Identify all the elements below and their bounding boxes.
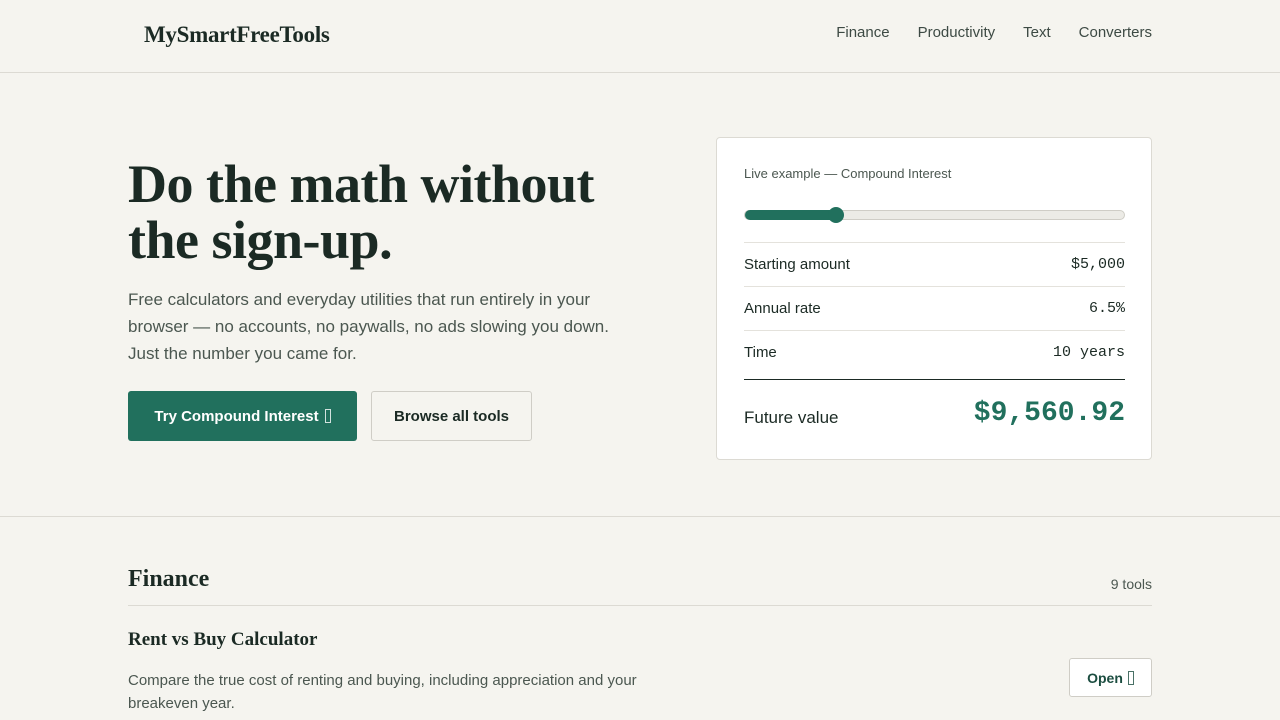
card-label: Live example — Compound Interest <box>744 166 952 181</box>
nav-productivity[interactable]: Productivity <box>918 24 996 41</box>
row-label: Annual rate <box>744 300 821 317</box>
slider-fill <box>745 210 836 220</box>
amount-slider[interactable] <box>744 207 1125 223</box>
nav-converters[interactable]: Converters <box>1079 24 1152 41</box>
hero-title: Do the math without the sign-up. <box>128 154 595 270</box>
row-starting-amount: Starting amount $5,000 <box>744 242 1125 286</box>
row-value: 6.5% <box>1088 300 1125 317</box>
row-value: 10 years <box>1052 344 1125 361</box>
try-compound-interest-button[interactable]: Try Compound Interest <box>128 391 357 441</box>
tool-title[interactable]: Rent vs Buy Calculator <box>128 629 317 651</box>
row-annual-rate: Annual rate 6.5% <box>744 286 1125 330</box>
browse-all-tools-button[interactable]: Browse all tools <box>371 391 532 441</box>
arrow-icon <box>324 409 331 423</box>
live-example-card: Live example — Compound Interest Startin… <box>716 137 1152 460</box>
hero-subtitle: Free calculators and everyday utilities … <box>128 290 609 363</box>
row-time: Time 10 years <box>744 330 1125 374</box>
open-label: Open <box>1087 669 1123 686</box>
main-nav: Finance Productivity Text Converters <box>836 24 1152 41</box>
slider-thumb[interactable] <box>827 207 844 223</box>
try-compound-interest-label: Try Compound Interest <box>154 407 319 425</box>
row-value: $5,000 <box>1070 256 1125 273</box>
future-value-label: Future value <box>744 408 839 427</box>
section-rule <box>128 605 1152 606</box>
nav-text[interactable]: Text <box>1023 24 1051 41</box>
tool-description: Compare the true cost of renting and buy… <box>128 672 637 712</box>
arrow-icon <box>1127 670 1134 685</box>
open-tool-button[interactable]: Open <box>1069 658 1152 697</box>
tool-count: 9 tools <box>1110 576 1152 592</box>
site-logo[interactable]: MySmartFreeTools <box>144 22 330 48</box>
nav-finance[interactable]: Finance <box>836 24 889 41</box>
future-value-row: Future value $9,560.92 <box>744 379 1125 459</box>
section-divider <box>0 516 1280 517</box>
site-header: MySmartFreeTools Finance Productivity Te… <box>0 0 1280 73</box>
section-title: Finance <box>128 566 210 592</box>
row-label: Starting amount <box>744 256 850 273</box>
row-label: Time <box>744 344 777 361</box>
future-value-amount: $9,560.92 <box>973 398 1125 429</box>
